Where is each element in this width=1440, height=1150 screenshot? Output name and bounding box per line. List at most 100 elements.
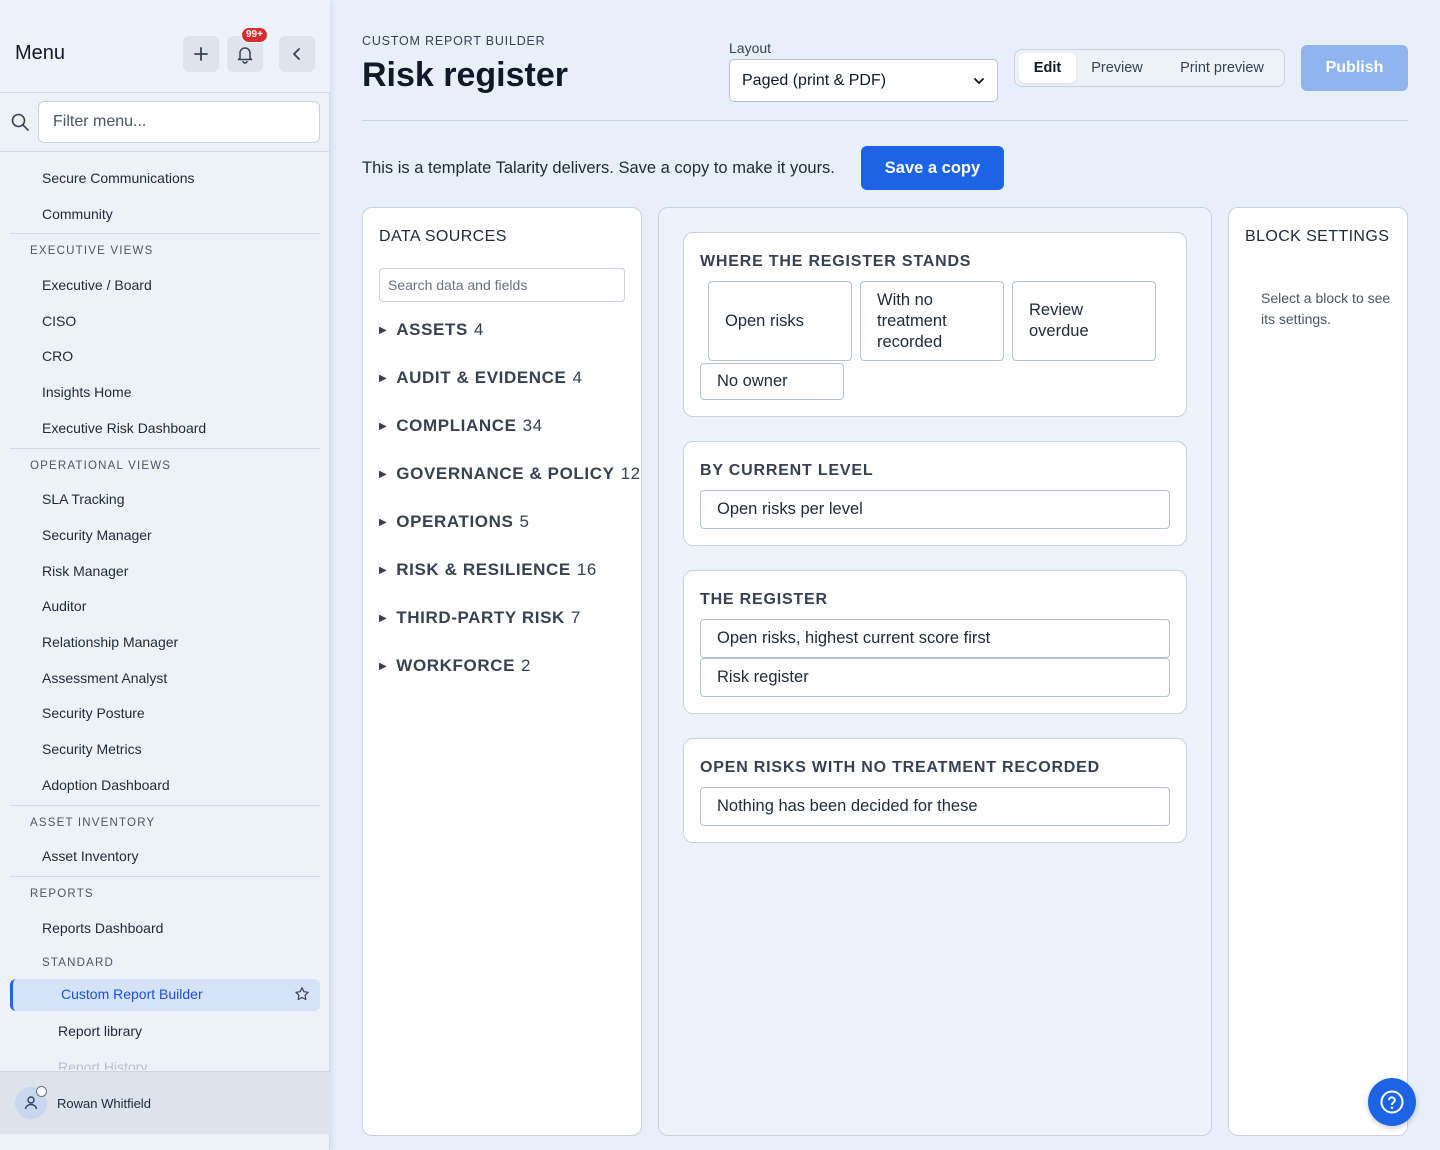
star-icon[interactable] [294,986,310,1002]
template-notice: This is a template Talarity delivers. Sa… [362,159,835,177]
settings-dot-icon [36,1086,47,1097]
data-source-group-audit-evidence[interactable]: ▶ AUDIT & EVIDENCE 4 [379,368,583,388]
nav-section-operational: OPERATIONAL VIEWS [30,460,172,472]
nav-item-report-library[interactable]: Report library [58,1022,142,1040]
user-icon [24,1096,38,1110]
menu-filter-input[interactable] [38,101,320,143]
mode-preview-button[interactable]: Preview [1083,53,1151,83]
help-button[interactable] [1368,1078,1416,1126]
tile-nothing-decided[interactable]: Nothing has been decided for these [700,787,1170,826]
report-block-no-treatment[interactable]: OPEN RISKS WITH NO TREATMENT RECORDED No… [683,738,1187,843]
chevron-left-icon [293,48,300,60]
kpi-tile-no-treatment[interactable]: With no treatment recorded [860,281,1004,361]
divider [10,233,320,234]
nav-item-ciso[interactable]: CISO [42,312,76,330]
tile-open-risks-highest-score[interactable]: Open risks, highest current score first [700,619,1170,658]
nav-item-reports-dashboard[interactable]: Reports Dashboard [42,919,163,937]
divider [10,805,320,806]
data-source-name: COMPLIANCE [396,416,517,435]
mode-edit-button[interactable]: Edit [1019,53,1076,83]
data-source-group-risk-resilience[interactable]: ▶ RISK & RESILIENCE 16 [379,560,597,580]
data-source-count: 34 [522,416,543,435]
header-divider [362,120,1408,121]
nav-item-relationship-manager[interactable]: Relationship Manager [42,633,178,651]
save-copy-button[interactable]: Save a copy [861,146,1004,190]
nav-section-asset-inventory: ASSET INVENTORY [30,817,156,829]
nav-item-cro[interactable]: CRO [42,347,73,365]
chart-tile-open-risks-per-level[interactable]: Open risks per level [700,490,1170,529]
nav-item-insights-home[interactable]: Insights Home [42,383,131,401]
block-title: WHERE THE REGISTER STANDS [700,253,972,270]
layout-select-value: Paged (print & PDF) [742,71,887,89]
data-sources-panel: DATA SOURCES ▶ ASSETS 4 ▶ AUDIT & EVIDEN… [362,207,642,1136]
data-source-count: 16 [576,560,597,579]
nav-item-sla-tracking[interactable]: SLA Tracking [42,490,125,508]
expand-triangle-icon: ▶ [379,420,388,432]
nav-item-executive-board[interactable]: Executive / Board [42,276,152,294]
expand-triangle-icon: ▶ [379,372,388,384]
nav-item-assessment-analyst[interactable]: Assessment Analyst [42,669,167,687]
expand-triangle-icon: ▶ [379,660,388,672]
data-source-name: ASSETS [396,320,468,339]
data-source-group-compliance[interactable]: ▶ COMPLIANCE 34 [379,416,543,436]
data-source-group-workforce[interactable]: ▶ WORKFORCE 2 [379,656,531,676]
layout-label: Layout [729,40,772,56]
data-source-group-governance-policy[interactable]: ▶ GOVERNANCE & POLICY 12 [379,464,641,484]
bell-icon [237,47,253,64]
page-title: Risk register [362,56,568,94]
mode-toggle: Edit Preview Print preview [1014,49,1285,87]
block-settings-panel: BLOCK SETTINGS Select a block to see its… [1228,207,1408,1136]
nav-item-auditor[interactable]: Auditor [42,597,86,615]
data-source-count: 12 [620,464,641,483]
data-source-name: RISK & RESILIENCE [396,560,571,579]
kpi-tile-open-risks[interactable]: Open risks [708,281,852,361]
divider [10,448,320,449]
kpi-tile-no-owner[interactable]: No owner [700,363,844,400]
nav-item-community[interactable]: Community [42,205,113,223]
nav-item-report-history[interactable]: Report History [58,1058,147,1070]
add-button[interactable] [183,36,219,72]
data-source-group-operations[interactable]: ▶ OPERATIONS 5 [379,512,530,532]
expand-triangle-icon: ▶ [379,468,388,480]
mode-print-preview-button[interactable]: Print preview [1165,53,1279,83]
nav-item-adoption-dashboard[interactable]: Adoption Dashboard [42,776,170,794]
page-eyebrow: CUSTOM REPORT BUILDER [362,34,546,48]
kpi-tile-review-overdue[interactable]: Review overdue [1012,281,1156,361]
data-source-name: GOVERNANCE & POLICY [396,464,615,483]
nav-item-security-posture[interactable]: Security Posture [42,704,145,722]
notification-badge: 99+ [241,27,268,43]
collapse-sidebar-button[interactable] [279,36,315,72]
report-canvas: WHERE THE REGISTER STANDS Open risks Wit… [658,207,1212,1136]
layout-select[interactable]: Paged (print & PDF) [729,59,998,102]
sidebar: Menu 99+ Secure Communications Community… [0,0,330,1150]
data-sources-search-input[interactable] [379,268,625,302]
help-icon [1380,1090,1404,1114]
report-block-register-stands[interactable]: WHERE THE REGISTER STANDS Open risks Wit… [683,232,1187,417]
report-block-by-current-level[interactable]: BY CURRENT LEVEL Open risks per level [683,441,1187,546]
publish-button[interactable]: Publish [1301,45,1408,91]
nav-item-asset-inventory[interactable]: Asset Inventory [42,847,139,865]
block-title: THE REGISTER [700,591,828,608]
data-source-group-third-party-risk[interactable]: ▶ THIRD-PARTY RISK 7 [379,608,581,628]
data-source-group-assets[interactable]: ▶ ASSETS 4 [379,320,484,340]
nav-item-security-metrics[interactable]: Security Metrics [42,740,142,758]
chevron-down-icon [974,77,984,84]
sidebar-title: Menu [15,42,66,64]
data-sources-title: DATA SOURCES [379,228,507,245]
expand-triangle-icon: ▶ [379,324,388,336]
block-settings-title: BLOCK SETTINGS [1245,228,1390,245]
report-block-the-register[interactable]: THE REGISTER Open risks, highest current… [683,570,1187,714]
nav-item-custom-report-builder[interactable]: Custom Report Builder [10,979,320,1011]
expand-triangle-icon: ▶ [379,516,388,528]
data-source-name: THIRD-PARTY RISK [396,608,565,627]
nav-section-executive: EXECUTIVE VIEWS [30,245,154,257]
nav-item-label: Custom Report Builder [61,986,203,1002]
user-profile[interactable]: Rowan Whitfield [0,1071,330,1134]
divider [10,876,320,877]
nav-item-risk-manager[interactable]: Risk Manager [42,562,128,580]
nav-item-secure-communications[interactable]: Secure Communications [42,169,195,187]
table-tile-risk-register[interactable]: Risk register [700,658,1170,697]
nav-item-security-manager[interactable]: Security Manager [42,526,152,544]
nav-item-executive-risk-dashboard[interactable]: Executive Risk Dashboard [42,419,206,437]
data-source-name: AUDIT & EVIDENCE [396,368,567,387]
